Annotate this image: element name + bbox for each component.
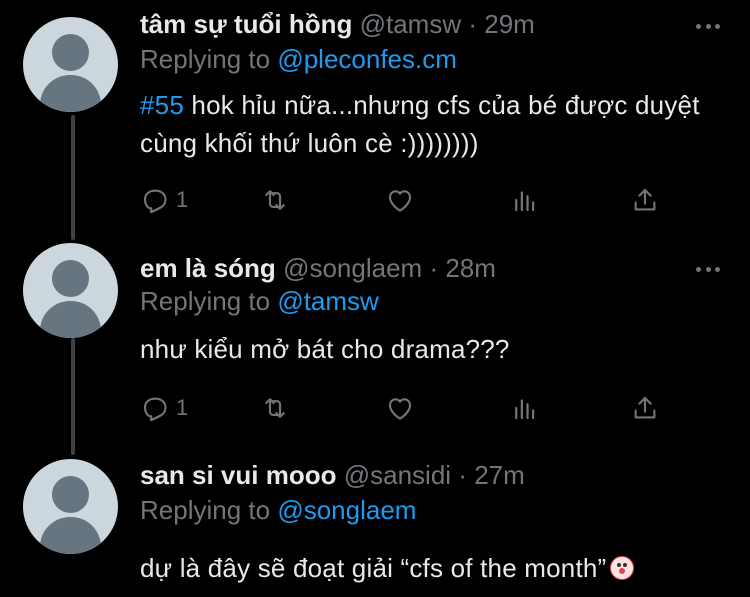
replying-to: Replying to @tamsw: [140, 286, 379, 317]
user-handle[interactable]: @tamsw: [360, 9, 462, 39]
retweet-icon: [265, 190, 285, 210]
tweet-header: san si vui mooo @sansidi · 27m: [140, 455, 525, 495]
analytics-icon: [515, 191, 535, 212]
heart-icon: [388, 190, 412, 212]
separator-dot: ·: [429, 253, 439, 283]
share-icon: [634, 188, 656, 211]
tweet-actions: 1: [140, 184, 680, 216]
tweet-body: dự là đây sẽ đoạt giải “cfs of the month…: [140, 553, 607, 583]
avatar[interactable]: [23, 459, 118, 554]
heart-icon: [388, 398, 412, 420]
display-name[interactable]: san si vui mooo: [140, 460, 337, 490]
replying-label: Replying to: [140, 286, 271, 316]
tweet-text: như kiểu mở bát cho drama???: [140, 334, 510, 364]
avatar[interactable]: [23, 243, 118, 338]
reply-icon: [143, 397, 167, 422]
replying-to: Replying to @pleconfes.cm: [140, 44, 457, 75]
analytics-button[interactable]: [510, 392, 540, 424]
separator-dot: ·: [468, 9, 478, 39]
tweet[interactable]: san si vui mooo @sansidi · 27m Replying …: [0, 445, 750, 597]
tweet-header: em là sóng @songlaem · 28m: [140, 248, 496, 288]
separator-dot: ·: [458, 460, 467, 490]
mention-link[interactable]: @songlaem: [277, 495, 416, 525]
like-button[interactable]: [385, 392, 415, 424]
analytics-icon: [515, 399, 535, 420]
tweet[interactable]: em là sóng @songlaem · 28m Replying to @…: [0, 228, 750, 443]
reply-count: 1: [176, 395, 189, 420]
mention-link[interactable]: @tamsw: [277, 286, 379, 316]
timestamp[interactable]: 28m: [445, 253, 496, 283]
clown-face-emoji: [610, 556, 635, 580]
reply-count: 1: [176, 187, 189, 212]
reply-icon: [143, 189, 167, 214]
user-handle[interactable]: @songlaem: [283, 253, 422, 283]
tweet-body: hok hỉu nữa...nhưng cfs của bé được duyệ…: [140, 90, 700, 158]
retweet-icon: [265, 398, 285, 418]
tweet-header: tâm sự tuổi hồng @tamsw · 29m: [140, 4, 535, 44]
replying-label: Replying to: [140, 495, 271, 525]
avatar[interactable]: [23, 17, 118, 112]
reply-button[interactable]: 1: [140, 392, 188, 424]
timestamp[interactable]: 29m: [484, 9, 535, 39]
tweet[interactable]: tâm sự tuổi hồng @tamsw · 29m Replying t…: [0, 0, 750, 225]
tweet-text: dự là đây sẽ đoạt giải “cfs of the month…: [140, 549, 720, 587]
analytics-button[interactable]: [510, 184, 540, 216]
display-name[interactable]: tâm sự tuổi hồng: [140, 9, 352, 39]
tweet-text: #55 hok hỉu nữa...nhưng cfs của bé được …: [140, 86, 720, 162]
share-button[interactable]: [630, 392, 660, 424]
tweet-actions: 1: [140, 392, 680, 424]
display-name[interactable]: em là sóng: [140, 253, 276, 283]
replying-label: Replying to: [140, 44, 271, 74]
retweet-button[interactable]: [260, 184, 290, 216]
mention-link[interactable]: @pleconfes.cm: [277, 44, 457, 74]
like-button[interactable]: [385, 184, 415, 216]
more-icon[interactable]: [696, 24, 720, 30]
hashtag-link[interactable]: #55: [140, 90, 184, 120]
reply-button[interactable]: 1: [140, 184, 188, 216]
user-handle[interactable]: @sansidi: [344, 460, 451, 490]
timestamp[interactable]: 27m: [474, 460, 525, 490]
retweet-button[interactable]: [260, 392, 290, 424]
share-icon: [634, 396, 656, 419]
more-icon[interactable]: [696, 267, 720, 273]
replying-to: Replying to @songlaem: [140, 495, 416, 526]
share-button[interactable]: [630, 184, 660, 216]
